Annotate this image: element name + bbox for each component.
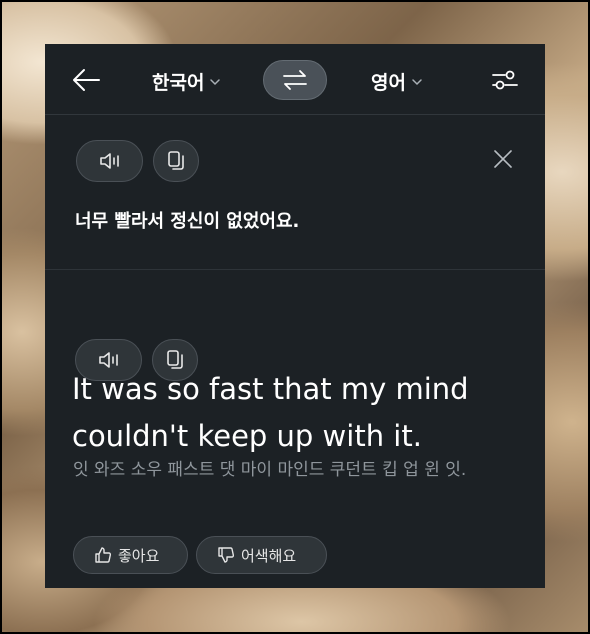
back-arrow-icon[interactable] [71, 67, 101, 93]
chevron-down-icon [210, 78, 221, 85]
thumbs-down-icon [218, 547, 235, 563]
like-button[interactable]: 좋아요 [73, 536, 188, 574]
thumbs-up-icon [95, 547, 112, 563]
source-listen-button[interactable] [76, 140, 143, 182]
source-text-section [45, 115, 545, 270]
translation-text: It was so fast that my mind couldn't kee… [72, 372, 469, 453]
source-language-select[interactable]: 한국어 [152, 68, 221, 95]
source-text: 너무 빨라서 정신이 없었어요. [75, 211, 300, 232]
target-language-label: 영어 [371, 72, 406, 94]
swap-languages-button[interactable] [263, 60, 327, 100]
dislike-button[interactable]: 어색해요 [196, 536, 327, 574]
pronunciation-text: 잇 와즈 소우 패스트 댓 마이 마인드 쿠던트 킵 업 윈 잇. [73, 460, 467, 480]
swap-arrows-icon [283, 70, 307, 90]
dislike-label: 어색해요 [241, 546, 297, 565]
translator-panel: 한국어 영어 너무 빨라서 정신이 없었어요. It was so fast t… [45, 44, 545, 588]
source-language-label: 한국어 [152, 72, 205, 94]
copy-icon [168, 151, 184, 170]
target-language-select[interactable]: 영어 [371, 68, 423, 95]
speaker-icon [99, 153, 119, 169]
chevron-down-icon [412, 78, 422, 85]
translator-toolbar: 한국어 영어 [45, 44, 545, 115]
like-label: 좋아요 [118, 546, 160, 565]
close-icon[interactable] [492, 148, 514, 170]
settings-sliders-icon[interactable] [491, 68, 519, 92]
source-copy-button[interactable] [153, 140, 199, 182]
